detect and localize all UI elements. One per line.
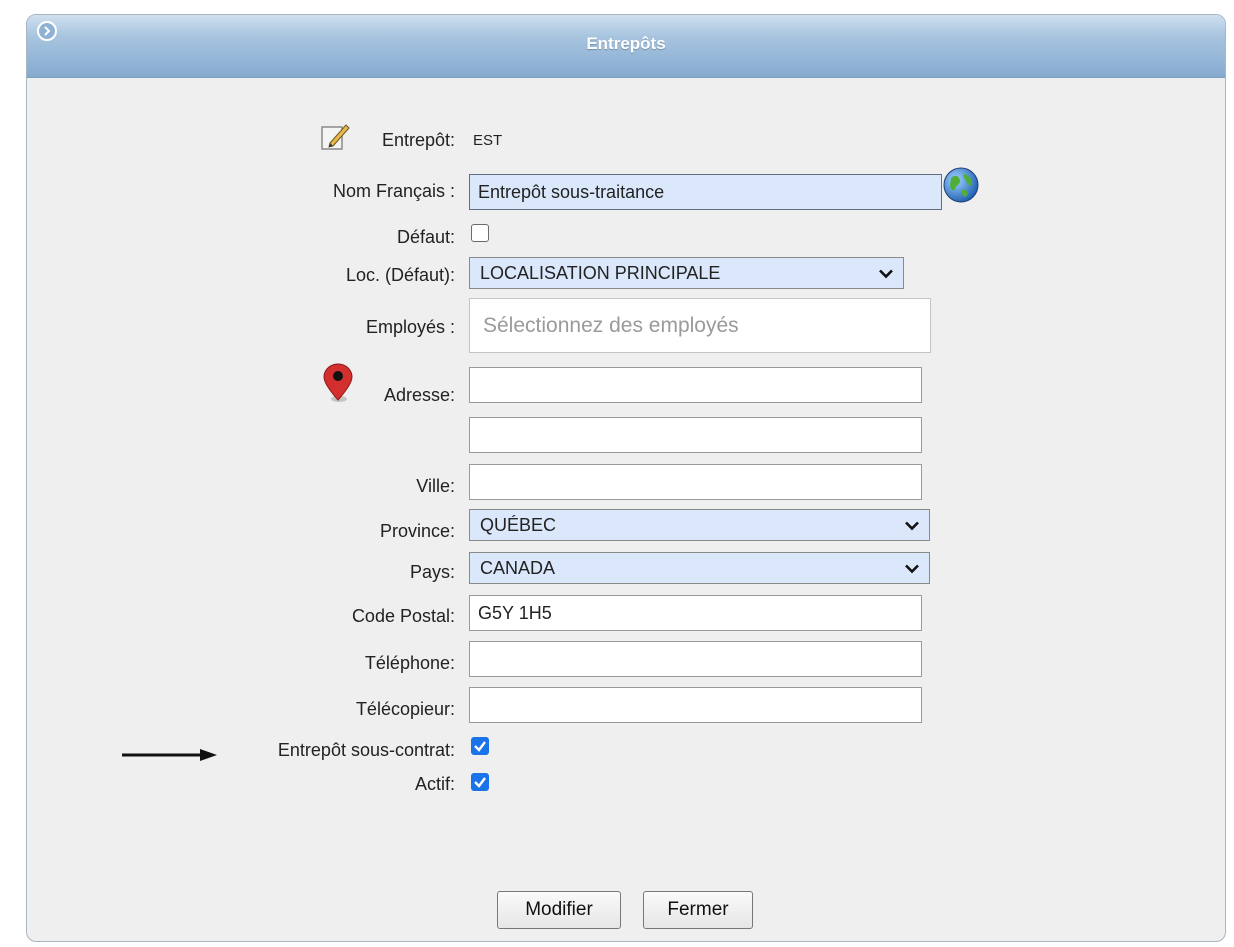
employes-input[interactable]: Sélectionnez des employés: [469, 298, 931, 353]
localisation-select[interactable]: LOCALISATION PRINCIPALE: [469, 257, 904, 289]
entrepot-value: EST: [473, 132, 503, 149]
chevron-down-icon: [905, 558, 919, 579]
actif-label: Actif:: [414, 774, 455, 794]
employes-placeholder: Sélectionnez des employés: [483, 313, 739, 337]
adresse-line1-input[interactable]: [469, 367, 922, 403]
telephone-label: Téléphone:: [364, 653, 455, 673]
adresse-label: Adresse:: [383, 385, 455, 405]
modify-button[interactable]: Modifier: [497, 891, 621, 929]
panel-title: Entrepôts: [586, 34, 666, 53]
defaut-label: Défaut:: [396, 227, 455, 247]
pays-select[interactable]: CANADA: [469, 552, 930, 584]
chevron-down-icon: [905, 515, 919, 536]
province-label: Province:: [379, 521, 455, 541]
sous-contrat-label: Entrepôt sous-contrat:: [277, 740, 455, 760]
entrepot-label: Entrepôt:: [381, 130, 455, 150]
telephone-input[interactable]: [469, 641, 922, 677]
close-button[interactable]: Fermer: [643, 891, 753, 929]
globe-icon[interactable]: [942, 166, 980, 209]
province-selected: QUÉBEC: [480, 514, 557, 535]
telecopieur-label: Télécopieur:: [355, 699, 455, 719]
ville-label: Ville:: [416, 476, 455, 496]
sous-contrat-checkbox[interactable]: [471, 737, 489, 755]
pays-label: Pays:: [409, 562, 455, 582]
pays-selected: CANADA: [480, 557, 556, 578]
code-postal-label: Code Postal:: [351, 606, 455, 626]
localisation-selected: LOCALISATION PRINCIPALE: [480, 262, 721, 283]
actif-checkbox[interactable]: [471, 773, 489, 791]
ville-input[interactable]: [469, 464, 922, 500]
nom-francais-input[interactable]: Entrepôt sous-traitance: [469, 174, 942, 210]
panel-header: Entrepôts: [27, 15, 1225, 78]
chevron-down-icon: [879, 263, 893, 284]
telecopieur-input[interactable]: [469, 687, 922, 723]
nom-francais-label: Nom Français :: [332, 181, 455, 201]
province-select[interactable]: QUÉBEC: [469, 509, 930, 541]
code-postal-input[interactable]: G5Y 1H5: [469, 595, 922, 631]
adresse-line2-input[interactable]: [469, 417, 922, 453]
localisation-label: Loc. (Défaut):: [345, 265, 455, 285]
employes-label: Employés :: [365, 317, 455, 337]
defaut-checkbox[interactable]: [471, 224, 489, 242]
